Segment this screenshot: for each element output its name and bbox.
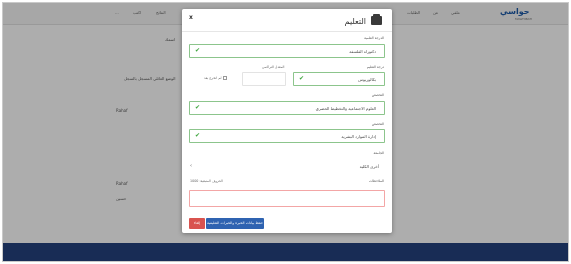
university-select[interactable]: ‹ أخرى الكلية [189,160,385,174]
major-select[interactable]: ✔ إدارة الموارد البشرية [189,129,385,143]
level-label: درجة التعليم [366,65,384,69]
check-icon: ✔ [299,75,305,82]
notes-textarea[interactable] [189,190,385,207]
briefcase-icon [371,14,382,25]
degree-value: دكتوراه الفلسفة [349,49,376,54]
notes-counter: الحروف المتبقية: 1000 [190,179,223,183]
level-select[interactable]: ✔ بكالوريوس [293,72,385,86]
university-value: أخرى الكلية [359,164,379,169]
notes-label: الملاحظات [368,179,384,183]
level-value: بكالوريوس [358,77,376,82]
still-studying-label: لم اتخرج بعد [204,76,222,80]
check-icon: ✔ [195,104,201,111]
app-frame: ... اكتب النتائج الطلبات عن ملفي حواسي M… [2,2,569,262]
university-label: الجامعة [373,151,384,155]
major-label: التخصص [371,122,384,126]
degree-select[interactable]: ✔ دكتوراه الفلسفة [189,44,385,58]
specialization-value: العلوم الاجتماعية والتخطيط الحضري [315,106,376,111]
gpa-label: المعدل التراكمي [262,65,285,69]
degree-label: الدرجة العلمية [364,36,384,40]
education-modal: x التعليم الدرجة العلمية ✔ دكتوراه الفلس… [182,9,392,233]
major-value: إدارة الموارد البشرية [341,134,376,139]
gpa-input[interactable] [242,72,286,86]
close-icon[interactable]: x [189,14,193,21]
cancel-button[interactable]: إلغاء [189,218,205,229]
still-studying-checkbox[interactable] [223,76,227,80]
check-icon: ✔ [195,132,201,139]
specialization-select[interactable]: ✔ العلوم الاجتماعية والتخطيط الحضري [189,101,385,115]
modal-title: التعليم [344,17,366,26]
check-icon: ✔ [195,47,201,54]
specialization-label: التخصص [371,93,384,97]
divider [182,31,392,32]
save-button[interactable]: حفظ بيانات الخبرة والخبرات التعليمية [206,218,264,229]
chevron-down-icon: ‹ [190,163,192,169]
